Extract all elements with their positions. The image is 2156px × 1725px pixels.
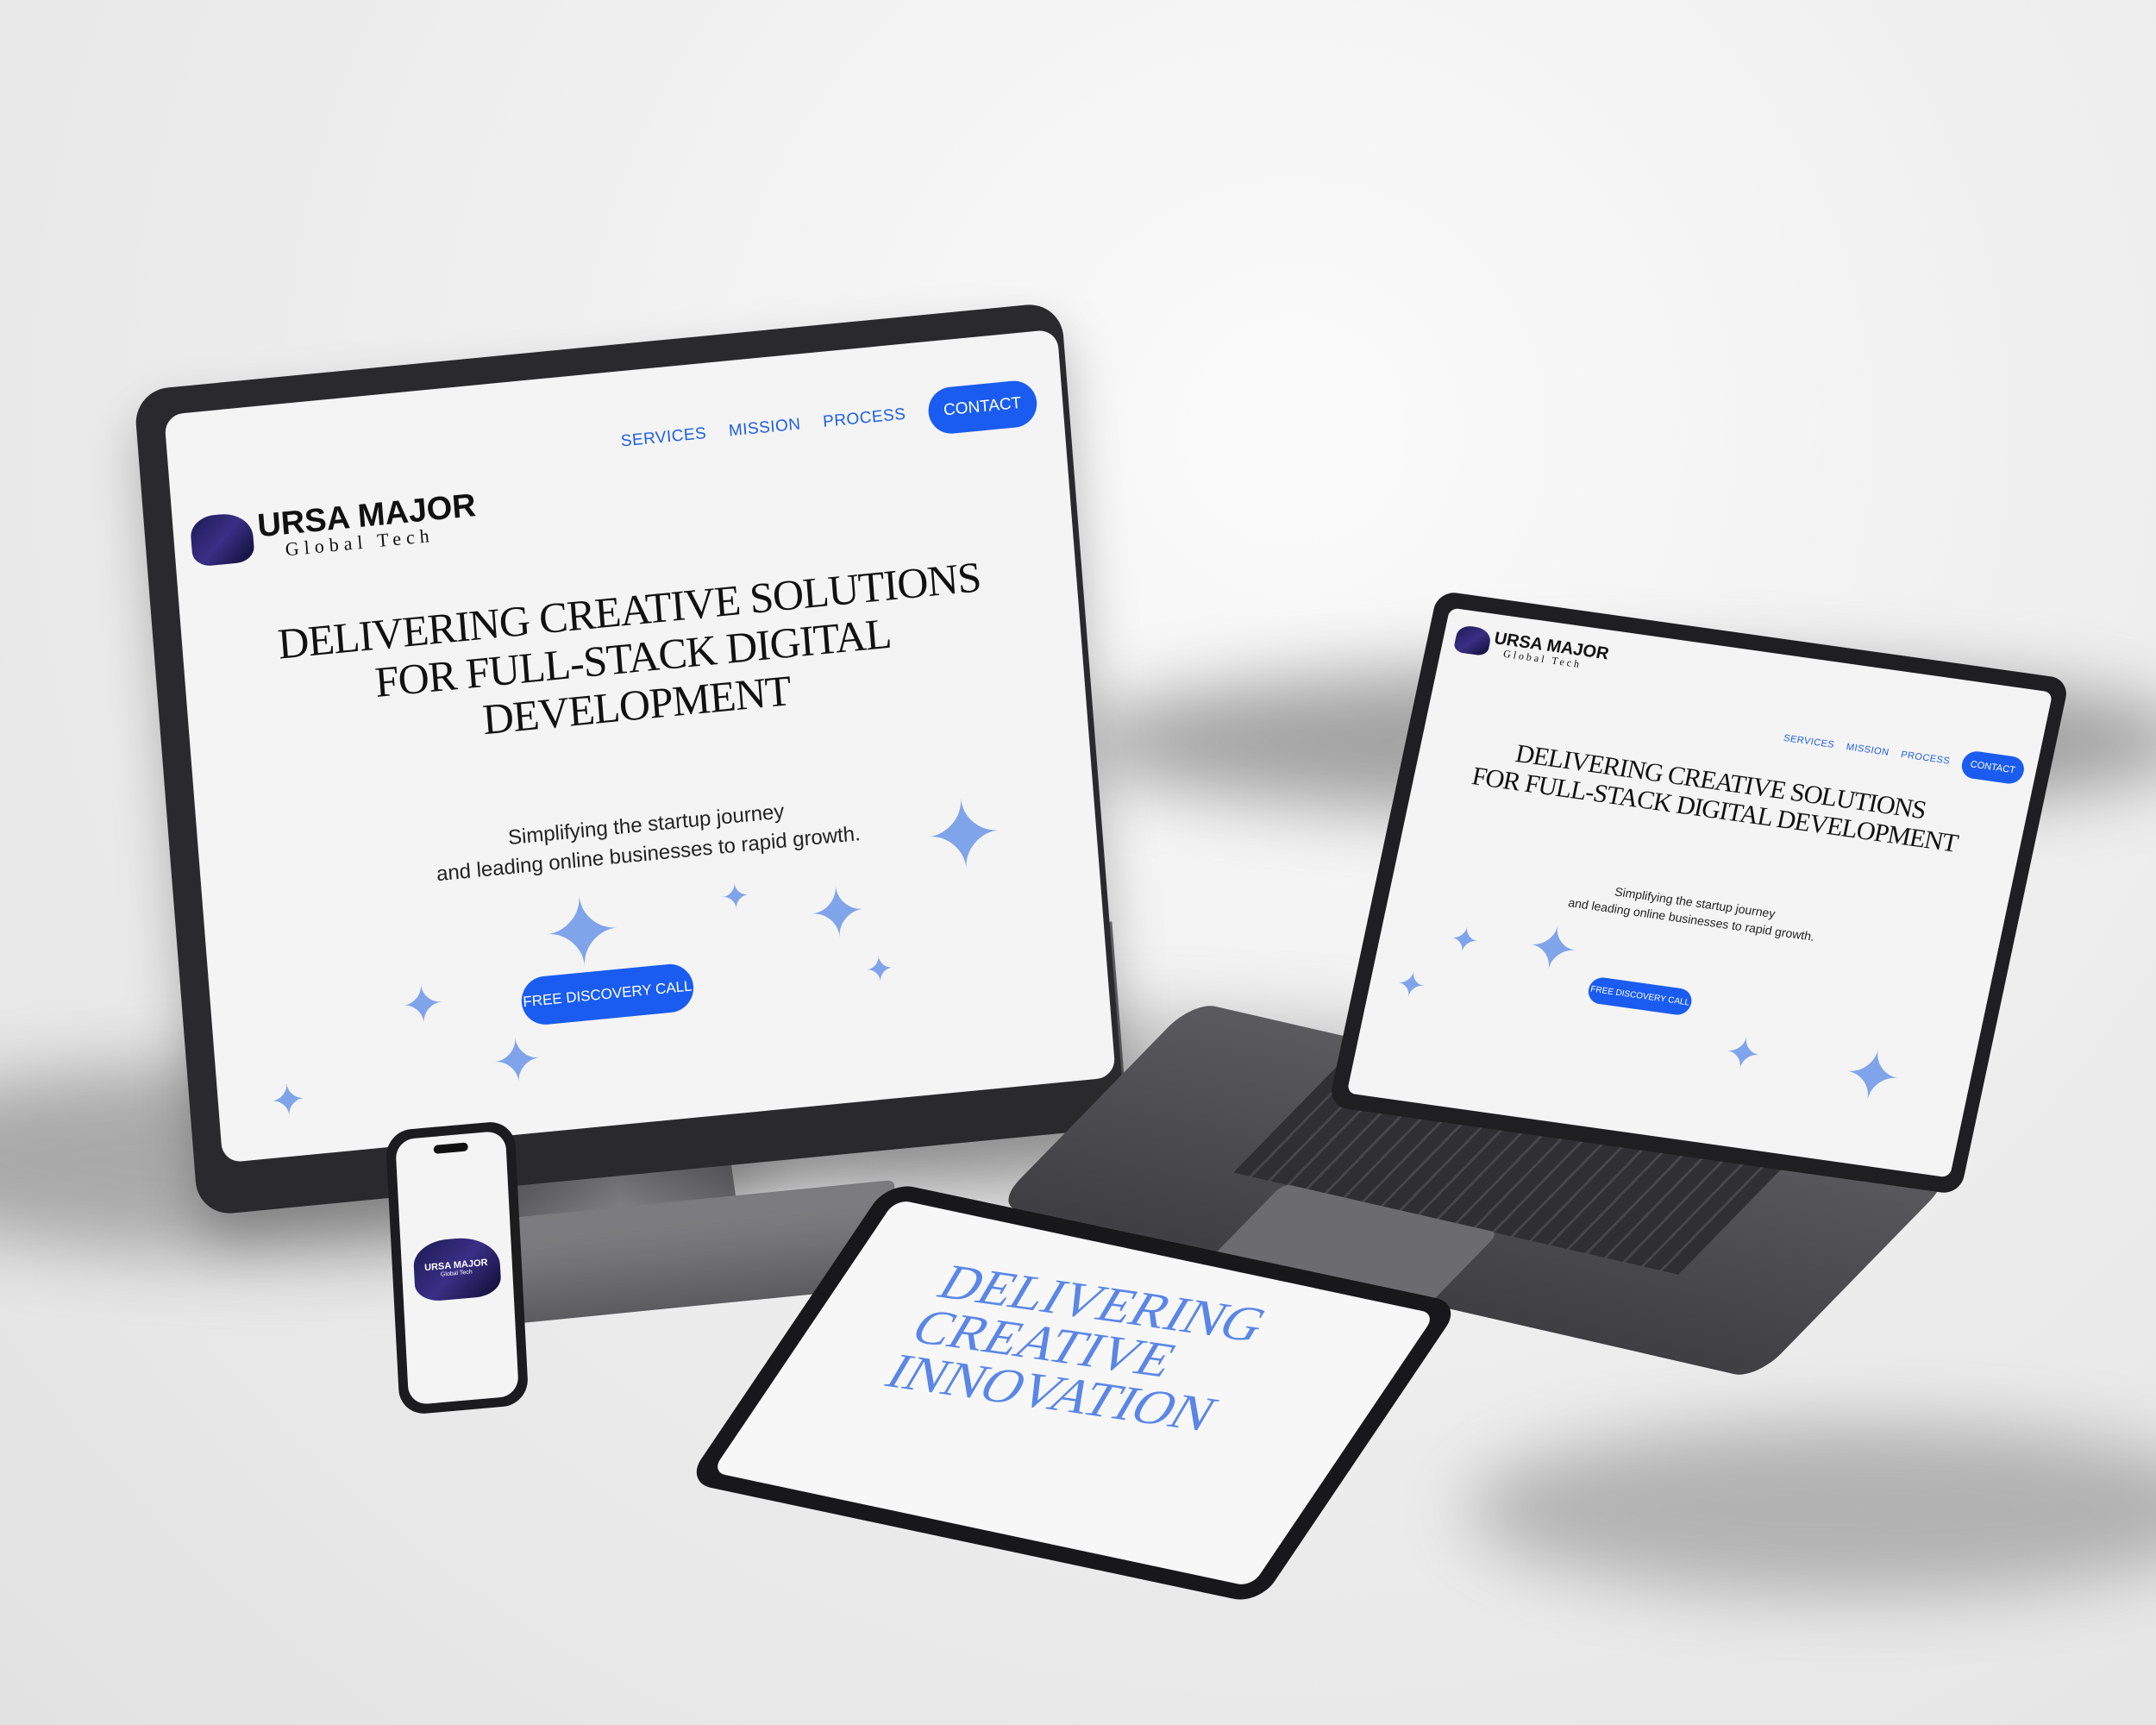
sparkle-star-icon: ✦ bbox=[1520, 912, 1585, 986]
main-nav: SERVICES MISSION PROCESS CONTACT bbox=[1781, 724, 2027, 786]
laptop-screen: URSA MAJOR Global Tech SERVICES MISSION … bbox=[1346, 607, 2053, 1178]
nav-services[interactable]: SERVICES bbox=[620, 424, 707, 451]
nav-process[interactable]: PROCESS bbox=[1900, 750, 1951, 767]
contact-button[interactable]: CONTACT bbox=[1959, 750, 2027, 786]
hero-subtext: Simplifying the startup journey and lead… bbox=[335, 781, 958, 898]
brand-logo[interactable]: URSA MAJOR Global Tech bbox=[1452, 624, 1611, 673]
main-nav: SERVICES MISSION PROCESS CONTACT bbox=[619, 379, 1039, 465]
sparkle-star-icon: ✦ bbox=[267, 1075, 308, 1126]
nav-mission[interactable]: MISSION bbox=[728, 415, 801, 441]
sparkle-star-icon: ✦ bbox=[805, 871, 870, 954]
sparkle-star-icon: ✦ bbox=[1392, 964, 1430, 1007]
device-mockup-scene: URSA MAJOR Global Tech SERVICES MISSION … bbox=[0, 0, 2156, 1725]
sparkle-star-icon: ✦ bbox=[719, 876, 752, 918]
phone-screen: URSA MAJOR Global Tech bbox=[395, 1130, 519, 1406]
bear-logo-icon bbox=[1452, 624, 1493, 657]
sparkle-star-icon: ✦ bbox=[489, 1025, 545, 1097]
sparkle-star-icon: ✦ bbox=[1445, 919, 1483, 962]
sparkle-star-icon: ✦ bbox=[538, 876, 626, 990]
sparkle-star-icon: ✦ bbox=[1720, 1027, 1766, 1081]
tablet-headline: DELIVERING CREATIVE INNOVATION bbox=[876, 1255, 1278, 1441]
free-discovery-call-button[interactable]: FREE DISCOVERY CALL bbox=[1585, 975, 1695, 1017]
nav-services[interactable]: SERVICES bbox=[1783, 733, 1835, 750]
nav-mission[interactable]: MISSION bbox=[1846, 742, 1890, 758]
sparkle-star-icon: ✦ bbox=[398, 974, 447, 1036]
sparkle-star-icon: ✦ bbox=[863, 949, 896, 991]
contact-button[interactable]: CONTACT bbox=[926, 379, 1039, 436]
sparkle-star-icon: ✦ bbox=[1835, 1034, 1909, 1118]
bear-logo-icon bbox=[189, 511, 255, 568]
hero-headline: DELIVERING CREATIVE SOLUTIONS FOR FULL-S… bbox=[249, 550, 1016, 765]
monitor-screen: URSA MAJOR Global Tech SERVICES MISSION … bbox=[164, 329, 1116, 1164]
nav-process[interactable]: PROCESS bbox=[823, 405, 907, 432]
brand-logo[interactable]: URSA MAJOR Global Tech bbox=[189, 487, 479, 568]
sparkle-star-icon: ✦ bbox=[919, 779, 1008, 893]
phone-notch bbox=[433, 1142, 468, 1154]
